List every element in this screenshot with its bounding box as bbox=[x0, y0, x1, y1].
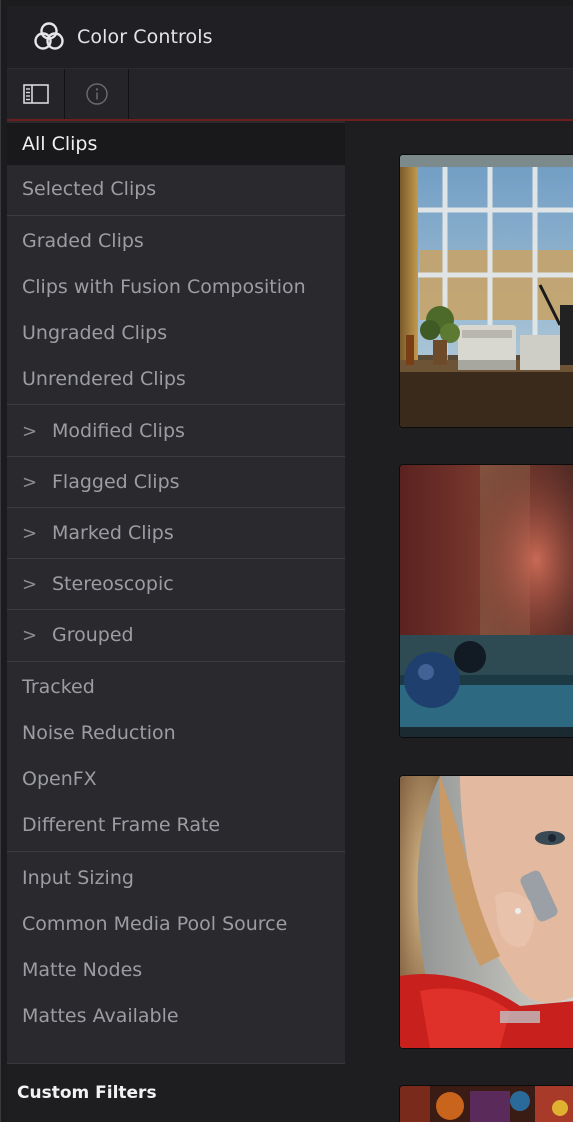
divider bbox=[7, 404, 345, 405]
filter-label: Flagged Clips bbox=[52, 471, 180, 493]
filter-label: Marked Clips bbox=[52, 522, 174, 544]
chevron-right-icon[interactable]: > bbox=[22, 472, 52, 493]
filter-label: Stereoscopic bbox=[52, 573, 174, 595]
filter-label: All Clips bbox=[22, 133, 98, 155]
sidebar-toggle-icon bbox=[22, 84, 49, 104]
info-icon bbox=[85, 83, 108, 105]
filter-marked-clips[interactable]: > Marked Clips bbox=[7, 511, 345, 555]
filter-modified-clips[interactable]: > Modified Clips bbox=[7, 409, 345, 453]
clip-thumbnail[interactable] bbox=[399, 1085, 573, 1122]
divider bbox=[7, 851, 345, 852]
filter-label: Mattes Available bbox=[22, 1005, 179, 1027]
filter-openfx[interactable]: OpenFX bbox=[7, 757, 345, 801]
filter-label: Modified Clips bbox=[52, 420, 185, 442]
info-button[interactable] bbox=[65, 69, 129, 119]
clip-thumbnail-grid bbox=[345, 121, 573, 1122]
window-title: Color Controls bbox=[77, 26, 213, 48]
filter-fusion-composition[interactable]: Clips with Fusion Composition bbox=[7, 265, 345, 309]
filter-flagged-clips[interactable]: > Flagged Clips bbox=[7, 460, 345, 504]
filter-matte-nodes[interactable]: Matte Nodes bbox=[7, 948, 345, 992]
toolbar bbox=[7, 69, 573, 121]
chevron-right-icon[interactable]: > bbox=[22, 523, 52, 544]
filter-label: Ungraded Clips bbox=[22, 322, 168, 344]
chevron-right-icon[interactable]: > bbox=[22, 625, 52, 646]
divider bbox=[7, 456, 345, 457]
filter-graded-clips[interactable]: Graded Clips bbox=[7, 219, 345, 263]
filter-mattes-available[interactable]: Mattes Available bbox=[7, 994, 345, 1038]
clip-thumbnail-image bbox=[400, 1086, 573, 1122]
custom-filters-header[interactable]: Custom Filters bbox=[7, 1063, 345, 1122]
filter-input-sizing[interactable]: Input Sizing bbox=[7, 856, 345, 900]
filter-label: Clips with Fusion Composition bbox=[22, 276, 306, 298]
title-bar: Color Controls bbox=[7, 6, 573, 69]
clip-thumbnail-image bbox=[400, 155, 573, 427]
filter-label: Grouped bbox=[52, 624, 134, 646]
filter-label: Graded Clips bbox=[22, 230, 144, 252]
chevron-right-icon[interactable]: > bbox=[22, 421, 52, 442]
divider bbox=[7, 215, 345, 216]
resolve-logo-icon bbox=[34, 22, 64, 50]
filter-label: Tracked bbox=[22, 676, 95, 698]
clip-thumbnail-image bbox=[400, 465, 573, 737]
filter-label: Matte Nodes bbox=[22, 959, 143, 981]
filter-label: Different Frame Rate bbox=[22, 814, 221, 836]
filter-grouped[interactable]: > Grouped bbox=[7, 613, 345, 657]
chevron-right-icon[interactable]: > bbox=[22, 574, 52, 595]
color-controls-window: Color Controls All Clips Selected Clips bbox=[0, 0, 573, 1122]
filter-stereoscopic[interactable]: > Stereoscopic bbox=[7, 562, 345, 606]
filter-noise-reduction[interactable]: Noise Reduction bbox=[7, 711, 345, 755]
filter-common-media-pool-source[interactable]: Common Media Pool Source bbox=[7, 902, 345, 946]
filter-label: Unrendered Clips bbox=[22, 368, 186, 390]
filter-tracked[interactable]: Tracked bbox=[7, 665, 345, 709]
filter-unrendered-clips[interactable]: Unrendered Clips bbox=[7, 357, 345, 401]
clip-thumbnail[interactable] bbox=[399, 154, 573, 428]
filter-label: Common Media Pool Source bbox=[22, 913, 288, 935]
divider bbox=[7, 507, 345, 508]
filter-different-frame-rate[interactable]: Different Frame Rate bbox=[7, 803, 345, 847]
custom-filters-label: Custom Filters bbox=[17, 1083, 157, 1103]
filter-all-clips[interactable]: All Clips bbox=[7, 123, 345, 165]
divider bbox=[7, 558, 345, 559]
filter-label: Input Sizing bbox=[22, 867, 134, 889]
clip-thumbnail[interactable] bbox=[399, 464, 573, 738]
filter-label: Selected Clips bbox=[22, 178, 157, 200]
clip-thumbnail-image bbox=[400, 776, 573, 1048]
filter-selected-clips[interactable]: Selected Clips bbox=[7, 167, 345, 211]
divider bbox=[7, 609, 345, 610]
filter-ungraded-clips[interactable]: Ungraded Clips bbox=[7, 311, 345, 355]
divider bbox=[7, 661, 345, 662]
sidebar-toggle-button[interactable] bbox=[7, 69, 65, 119]
filter-label: OpenFX bbox=[22, 768, 97, 790]
clip-filter-sidebar: All Clips Selected Clips Graded Clips Cl… bbox=[7, 121, 345, 1122]
clip-thumbnail[interactable] bbox=[399, 775, 573, 1049]
filter-label: Noise Reduction bbox=[22, 722, 176, 744]
